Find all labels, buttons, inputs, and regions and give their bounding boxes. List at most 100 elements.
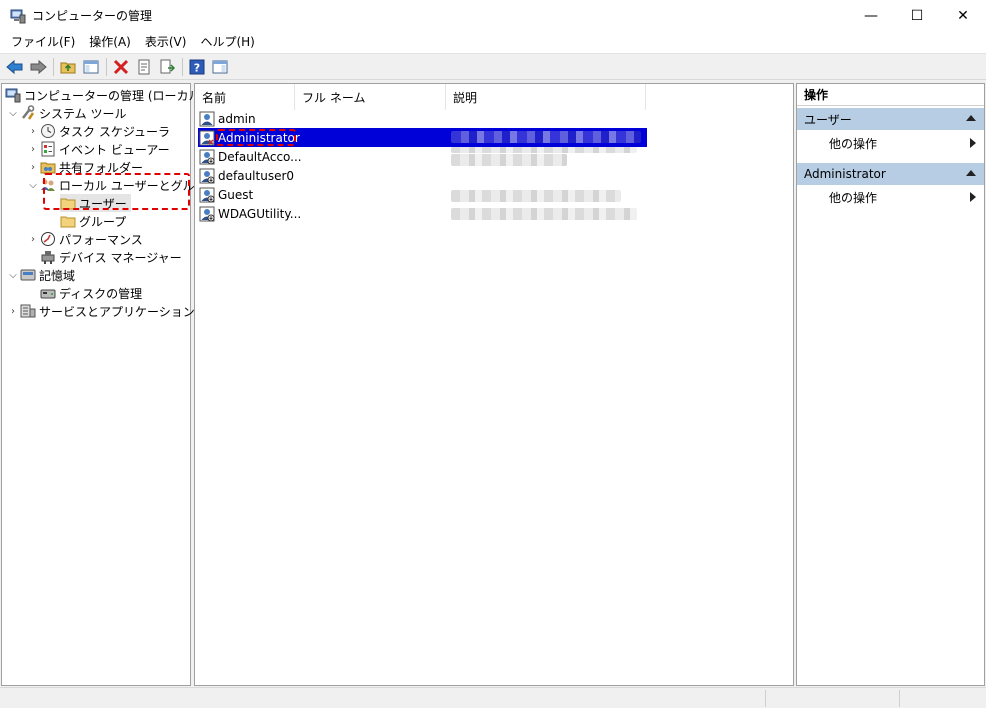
column-header-full-name[interactable]: フル ネーム bbox=[295, 84, 446, 110]
chevron-down-icon[interactable]: ⌵ bbox=[6, 270, 20, 281]
actions-section-administrator[interactable]: Administrator bbox=[797, 163, 984, 185]
delete-icon bbox=[113, 59, 129, 74]
forward-icon bbox=[30, 59, 47, 74]
help-button[interactable]: ? bbox=[186, 56, 208, 78]
close-icon: ✕ bbox=[957, 7, 969, 24]
maximize-icon: ☐ bbox=[910, 7, 924, 24]
show-hide-tree-icon bbox=[83, 60, 99, 73]
chevron-right-icon[interactable]: › bbox=[6, 306, 20, 317]
tree-item-device-manager[interactable]: デバイス マネージャー bbox=[40, 248, 182, 266]
user-disabled-icon bbox=[199, 206, 215, 221]
tree-label: タスク スケジューラ bbox=[59, 124, 170, 139]
user-list-pane[interactable]: 名前 フル ネーム 説明 admin Administrator Default… bbox=[194, 83, 794, 686]
disk-management-icon bbox=[40, 289, 56, 299]
more-actions-users[interactable]: 他の操作 bbox=[797, 132, 984, 154]
tree-item-disk-management[interactable]: ディスクの管理 bbox=[40, 284, 142, 302]
tree-item-task-scheduler[interactable]: › タスク スケジューラ bbox=[26, 122, 170, 140]
menu-bar: ファイル(F) 操作(A) 表示(V) ヘルプ(H) bbox=[0, 31, 986, 53]
column-header-description[interactable]: 説明 bbox=[446, 84, 646, 110]
event-viewer-icon bbox=[41, 141, 55, 157]
tree-item-services-apps[interactable]: › サービスとアプリケーション bbox=[6, 302, 195, 320]
actions-pane: 操作 ユーザー 他の操作 Administrator 他の操作 bbox=[796, 83, 985, 686]
delete-button[interactable] bbox=[110, 56, 132, 78]
tree-label: システム ツール bbox=[39, 106, 127, 121]
table-row[interactable]: admin bbox=[199, 109, 256, 128]
tree-item-storage[interactable]: ⌵ 記憶域 bbox=[6, 266, 75, 284]
help-icon: ? bbox=[189, 59, 205, 74]
up-folder-button[interactable] bbox=[57, 56, 79, 78]
computer-management-icon bbox=[5, 88, 21, 103]
show-hide-action-pane-button[interactable] bbox=[209, 56, 231, 78]
chevron-down-icon[interactable]: ⌵ bbox=[6, 108, 20, 119]
user-name: Guest bbox=[218, 187, 254, 202]
user-disabled-icon bbox=[199, 187, 215, 202]
tree-item-system-tools[interactable]: ⌵ システム ツール bbox=[6, 104, 126, 122]
user-name: DefaultAcco... bbox=[218, 149, 302, 164]
export-list-button[interactable] bbox=[156, 56, 178, 78]
chevron-right-icon[interactable]: › bbox=[26, 144, 40, 155]
collapse-icon[interactable] bbox=[966, 115, 976, 121]
tree-label: デバイス マネージャー bbox=[59, 250, 182, 265]
window-title: コンピューターの管理 bbox=[32, 9, 153, 23]
status-bar bbox=[0, 687, 986, 708]
actions-section-users[interactable]: ユーザー bbox=[797, 108, 984, 130]
user-disabled-icon bbox=[199, 149, 215, 164]
clock-icon bbox=[41, 124, 55, 138]
column-header-name[interactable]: 名前 bbox=[195, 84, 295, 110]
properties-icon bbox=[138, 59, 150, 74]
tree-label: ディスクの管理 bbox=[59, 286, 143, 301]
user-name: WDAGUtility... bbox=[218, 206, 302, 221]
highlight-annotation bbox=[43, 173, 190, 210]
back-button[interactable] bbox=[4, 56, 26, 78]
chevron-down-icon[interactable]: ⌵ bbox=[26, 180, 40, 191]
forward-button[interactable] bbox=[27, 56, 49, 78]
menu-action[interactable]: 操作(A) bbox=[82, 31, 138, 53]
tree-item-event-viewer[interactable]: › イベント ビューアー bbox=[26, 140, 170, 158]
chevron-right-icon[interactable]: › bbox=[26, 126, 40, 137]
more-actions-administrator[interactable]: 他の操作 bbox=[797, 186, 984, 208]
tree-label: サービスとアプリケーション bbox=[39, 304, 195, 319]
show-hide-action-pane-icon bbox=[212, 60, 228, 73]
folder-icon bbox=[60, 216, 76, 228]
close-button[interactable]: ✕ bbox=[940, 0, 986, 31]
collapse-icon[interactable] bbox=[966, 170, 976, 176]
status-segment bbox=[899, 690, 986, 707]
table-row[interactable]: WDAGUtility... bbox=[199, 204, 301, 223]
redacted-description bbox=[451, 208, 637, 220]
menu-view[interactable]: 表示(V) bbox=[138, 31, 194, 53]
tree-label: 記憶域 bbox=[39, 268, 76, 283]
user-name: admin bbox=[218, 111, 256, 126]
toolbar-separator bbox=[53, 57, 54, 76]
minimize-button[interactable]: — bbox=[848, 0, 894, 31]
table-row[interactable]: Guest bbox=[199, 185, 253, 204]
toolbar-separator bbox=[106, 57, 107, 76]
show-hide-tree-button[interactable] bbox=[80, 56, 102, 78]
user-icon bbox=[199, 111, 215, 126]
redacted-description bbox=[451, 147, 637, 153]
chevron-right-icon[interactable]: › bbox=[26, 162, 40, 173]
console-tree-pane[interactable]: コンピューターの管理 (ローカル) ⌵ システム ツール › タスク スケジュー… bbox=[1, 83, 218, 686]
redacted-description bbox=[451, 131, 641, 143]
menu-file[interactable]: ファイル(F) bbox=[4, 31, 82, 53]
submenu-arrow-icon bbox=[970, 138, 976, 148]
table-row[interactable]: DefaultAcco... bbox=[199, 147, 302, 166]
chevron-right-icon[interactable]: › bbox=[26, 234, 40, 245]
device-manager-icon bbox=[41, 251, 55, 264]
maximize-button[interactable]: ☐ bbox=[894, 0, 940, 31]
tree-item-performance[interactable]: › パフォーマンス bbox=[26, 230, 143, 248]
performance-icon bbox=[41, 232, 55, 246]
toolbar: ? bbox=[0, 53, 986, 80]
table-row[interactable]: defaultuser0 bbox=[199, 166, 294, 185]
minimize-icon: — bbox=[864, 7, 878, 24]
back-icon bbox=[6, 59, 23, 74]
tree-label: グループ bbox=[79, 214, 127, 229]
status-segment bbox=[765, 690, 899, 707]
storage-icon bbox=[20, 269, 36, 281]
tree-item-computer-management[interactable]: コンピューターの管理 (ローカル) bbox=[5, 86, 205, 104]
properties-button[interactable] bbox=[133, 56, 155, 78]
tree-label: コンピューターの管理 (ローカル) bbox=[24, 88, 206, 103]
tree-item-groups[interactable]: グループ bbox=[60, 212, 126, 230]
user-disabled-icon bbox=[199, 168, 215, 183]
export-list-icon bbox=[160, 59, 175, 73]
menu-help[interactable]: ヘルプ(H) bbox=[193, 31, 261, 53]
